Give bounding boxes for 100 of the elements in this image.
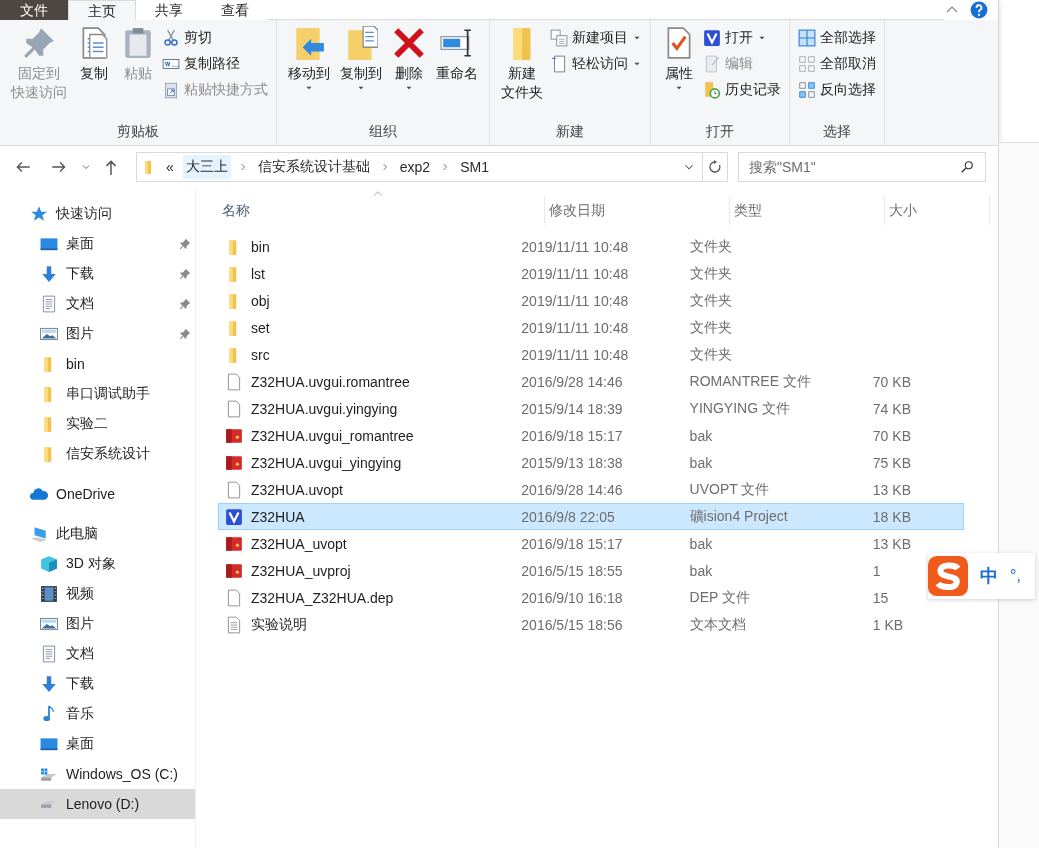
column-header[interactable]: 大小 [885, 196, 990, 225]
nav-item[interactable]: 3D 对象 [0, 549, 195, 579]
nav-item[interactable]: 图片 [0, 319, 195, 349]
table-cell: bak [689, 535, 713, 552]
nav-item[interactable]: OneDrive [0, 479, 195, 509]
file-row[interactable]: Z32HUA.uvopt 2016/9/28 14:46 UVOPT 文件 13 KB [218, 476, 964, 503]
breadcrumb-item[interactable]: 信安系统设计基础 [254, 155, 373, 179]
ime-punctuation[interactable]: °, [1010, 567, 1021, 585]
column-header[interactable]: 修改日期 [545, 196, 730, 225]
table-cell: 2015/9/14 18:39 [521, 400, 623, 417]
nav-item[interactable]: Lenovo (D:) [0, 789, 195, 819]
nav-item[interactable]: 串口调试助手 [0, 379, 195, 409]
address-bar[interactable]: « 大三上 信安系统设计基础 exp2 SM1 [136, 152, 728, 182]
table-cell: 文件夹 [689, 264, 732, 283]
ribbon-button[interactable]: 属性 [659, 24, 699, 95]
breadcrumb-item[interactable]: SM1 [457, 156, 492, 178]
ribbon-button[interactable]: 打开 [703, 27, 781, 49]
refresh-icon[interactable] [707, 159, 723, 175]
search-field[interactable]: 搜索"SM1" [738, 152, 986, 182]
ime-floating-menu[interactable]: 中 °, [928, 553, 1035, 599]
file-row[interactable]: obj 2019/11/11 10:48 文件夹 [218, 287, 964, 314]
nav-item[interactable]: 下载 [0, 669, 195, 699]
search-icon[interactable] [960, 160, 974, 174]
document-icon [40, 645, 58, 663]
cube-icon [40, 555, 58, 573]
file-row[interactable]: Z32HUA.uvgui.yingying 2015/9/14 18:39 YINGYING 文件 74 KB [218, 395, 964, 422]
file-row[interactable]: Z32HUA.uvgui_romantree 2016/9/18 15:17 bak 70 KB [218, 422, 964, 449]
pictures-icon [40, 615, 58, 633]
download-icon [40, 265, 58, 283]
group-label: 组织 [369, 123, 397, 141]
breadcrumb-item[interactable]: exp2 [396, 156, 434, 178]
ribbon-button[interactable]: 复制 [74, 24, 114, 85]
computer-icon [30, 525, 48, 543]
nav-item[interactable]: Windows_OS (C:) [0, 759, 195, 789]
nav-item[interactable]: 实验二 [0, 409, 195, 439]
breadcrumb-item[interactable]: 大三上 [182, 155, 231, 179]
ribbon-button[interactable]: 移动到 [285, 24, 333, 95]
nav-item[interactable]: 快速访问 [0, 199, 195, 229]
ribbon-tab[interactable]: 查看 [202, 0, 268, 20]
ribbon-tab[interactable]: 主页 [68, 0, 136, 20]
ribbon-button[interactable]: 反向选择 [798, 79, 876, 101]
file-row[interactable]: Z32HUA 2016/9/8 22:05 礦ision4 Project 18 KB [218, 503, 964, 530]
ribbon-button[interactable]: 全部选择 [798, 27, 876, 49]
delete-icon [392, 26, 426, 60]
table-cell: 2019/11/11 10:48 [521, 265, 629, 282]
new-item-icon [550, 29, 568, 47]
file-name: lst [251, 265, 265, 282]
desktop-icon [40, 735, 58, 753]
table-cell: 2016/9/18 15:17 [521, 427, 623, 444]
box-icon [225, 426, 243, 445]
nav-item[interactable]: 桌面 [0, 229, 195, 259]
ribbon-button[interactable]: 复制路径 [162, 53, 268, 75]
overflow-button[interactable]: « [163, 156, 177, 178]
file-name: 实验说明 [251, 615, 307, 634]
column-header[interactable]: 名称 [218, 196, 545, 225]
film-icon [40, 585, 58, 603]
nav-item[interactable]: 下载 [0, 259, 195, 289]
nav-item[interactable]: bin [0, 349, 195, 379]
ribbon-tab[interactable]: 共享 [136, 0, 202, 20]
ime-logo-icon[interactable] [928, 556, 968, 596]
ribbon-button[interactable]: 复制到 [337, 24, 385, 95]
nav-item[interactable]: 文档 [0, 289, 195, 319]
ribbon-button[interactable]: 轻松访问 [550, 53, 642, 75]
file-row[interactable]: src 2019/11/11 10:48 文件夹 [218, 341, 964, 368]
ime-mode[interactable]: 中 [980, 564, 998, 588]
ribbon-button[interactable]: 剪切 [162, 27, 268, 49]
nav-item[interactable]: 此电脑 [0, 519, 195, 549]
drive-icon [40, 799, 58, 809]
ribbon-button[interactable]: 新建项目 [550, 27, 642, 49]
box-icon [225, 561, 243, 580]
column-header[interactable]: 类型 [730, 196, 885, 225]
file-name: obj [251, 292, 270, 309]
file-row[interactable]: lst 2019/11/11 10:48 文件夹 [218, 260, 964, 287]
table-cell: 1 [872, 562, 881, 579]
group-label: 剪贴板 [117, 123, 159, 141]
nav-item[interactable]: 桌面 [0, 729, 195, 759]
table-cell: 2019/11/11 10:48 [521, 292, 629, 309]
table-cell: 18 KB [872, 508, 911, 525]
help-icon[interactable] [970, 1, 988, 19]
file-row[interactable]: Z32HUA.uvgui.romantree 2016/9/28 14:46 ROMANTREE 文件 70 KB [218, 368, 964, 395]
file-row[interactable]: set 2019/11/11 10:48 文件夹 [218, 314, 964, 341]
ribbon-button[interactable]: 历史记录 [703, 79, 781, 101]
file-row[interactable]: bin 2019/11/11 10:48 文件夹 [218, 233, 964, 260]
invert-selection-icon [798, 81, 816, 99]
file-row[interactable]: 实验说明 2016/5/15 18:56 文本文档 1 KB [218, 611, 964, 638]
ribbon-button[interactable]: 重命名 [433, 24, 481, 85]
nav-item[interactable]: 视频 [0, 579, 195, 609]
nav-item[interactable]: 信安系统设计 [0, 439, 195, 469]
ribbon-button[interactable]: 删除 [389, 24, 429, 95]
ribbon-tab[interactable]: 文件 [0, 0, 68, 20]
table-cell: 2016/5/15 18:55 [521, 562, 623, 579]
ribbon-button[interactable]: 新建 文件夹 [498, 24, 546, 104]
ribbon-button[interactable]: 全部取消 [798, 53, 876, 75]
nav-item[interactable]: 音乐 [0, 699, 195, 729]
nav-item[interactable]: 文档 [0, 639, 195, 669]
table-cell: 2016/5/15 18:56 [521, 616, 623, 633]
nav-item[interactable]: 图片 [0, 609, 195, 639]
file-row[interactable]: Z32HUA.uvgui_yingying 2015/9/13 18:38 bak 75 KB [218, 449, 964, 476]
table-cell: 文件夹 [689, 291, 732, 310]
file-name: Z32HUA.uvgui.romantree [251, 373, 410, 390]
